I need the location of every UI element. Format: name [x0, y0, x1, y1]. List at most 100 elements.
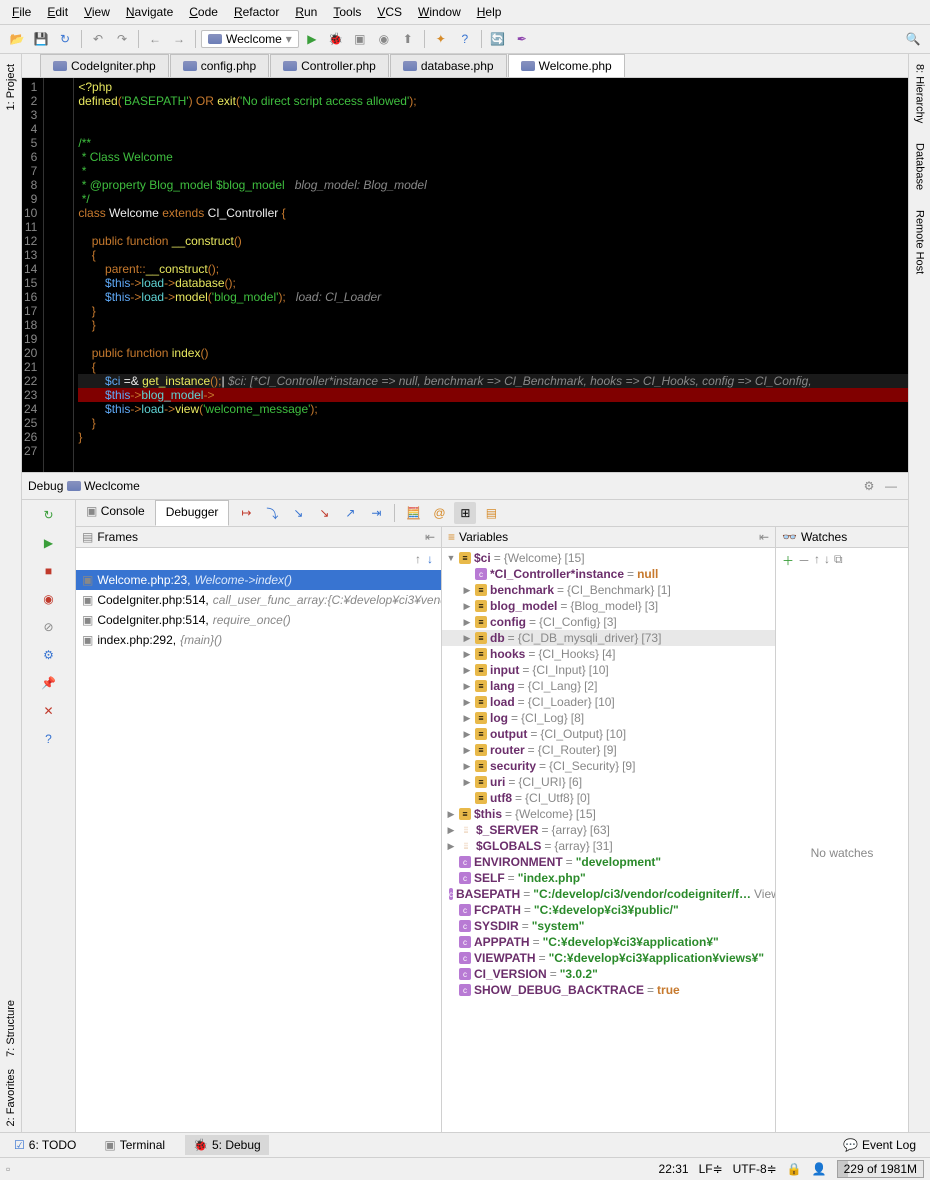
profile-icon[interactable]: ◉ — [373, 28, 395, 50]
variable-row[interactable]: cSHOW_DEBUG_BACKTRACE = true — [442, 982, 775, 998]
structure-tool-tab[interactable]: 7: Structure — [5, 994, 17, 1063]
variable-row[interactable]: ▶≡hooks = {CI_Hooks} [4] — [442, 646, 775, 662]
editor-tab[interactable]: Welcome.php — [508, 54, 625, 77]
frames-list[interactable]: ▣ Welcome.php:23, Welcome->index()▣ Code… — [76, 570, 441, 1132]
variables-tree[interactable]: ▼≡$ci = {Welcome} [15]c*CI_Controller*in… — [442, 548, 775, 1132]
close-icon[interactable]: ✕ — [38, 700, 60, 722]
variable-row[interactable]: ▶≡blog_model = {Blog_model} [3] — [442, 598, 775, 614]
run-to-cursor-icon[interactable]: ⇥ — [365, 502, 387, 524]
variable-row[interactable]: ▶≡input = {CI_Input} [10] — [442, 662, 775, 678]
project-tool-tab[interactable]: 1: Project — [5, 58, 17, 116]
code-area[interactable]: <?phpdefined('BASEPATH') OR exit('No dir… — [74, 78, 908, 472]
open-icon[interactable]: 📂 — [6, 28, 28, 50]
variable-row[interactable]: ▶≡$this = {Welcome} [15] — [442, 806, 775, 822]
todo-tab[interactable]: ☑6: TODO — [6, 1135, 84, 1155]
menu-code[interactable]: Code — [181, 2, 226, 22]
database-tool-tab[interactable]: Database — [914, 137, 926, 196]
menu-file[interactable]: File — [4, 2, 39, 22]
line-ending[interactable]: LF≑ — [699, 1162, 723, 1176]
editor-tab[interactable]: config.php — [170, 54, 269, 77]
debugger-subtab[interactable]: Debugger — [155, 500, 230, 526]
mute-bp-icon[interactable]: ⊘ — [38, 616, 60, 638]
debug-tab[interactable]: 🐞5: Debug — [185, 1135, 269, 1155]
variable-row[interactable]: cBASEPATH = "C:/develop/ci3/vendor/codei… — [442, 886, 775, 902]
event-log-tab[interactable]: 💬Event Log — [835, 1135, 924, 1155]
undo-icon[interactable]: ↶ — [87, 28, 109, 50]
sync-icon[interactable]: ↻ — [54, 28, 76, 50]
debug-icon[interactable]: 🐞 — [325, 28, 347, 50]
editor-tab[interactable]: CodeIgniter.php — [40, 54, 169, 77]
variable-row[interactable]: ▶⦙⦙$GLOBALS = {array} [31] — [442, 838, 775, 854]
step-out-icon[interactable]: ↗ — [339, 502, 361, 524]
variable-row[interactable]: ▶≡log = {CI_Log} [8] — [442, 710, 775, 726]
hide-icon[interactable]: ⇤ — [425, 530, 435, 544]
frame-down-icon[interactable]: ↓ — [427, 552, 433, 566]
frame-item[interactable]: ▣ Welcome.php:23, Welcome->index() — [76, 570, 441, 590]
frame-item[interactable]: ▣ CodeIgniter.php:514, call_user_func_ar… — [76, 590, 441, 610]
run-configuration-selector[interactable]: Weclcome ▾ — [201, 30, 299, 48]
coverage-icon[interactable]: ▣ — [349, 28, 371, 50]
search-icon[interactable]: 🔍 — [902, 28, 924, 50]
variable-row[interactable]: cAPPPATH = "C:¥develop¥ci3¥application¥" — [442, 934, 775, 950]
variable-row[interactable]: ▶≡uri = {CI_URI} [6] — [442, 774, 775, 790]
restore-icon[interactable]: ▤ — [480, 502, 502, 524]
variable-row[interactable]: ▶≡load = {CI_Loader} [10] — [442, 694, 775, 710]
variable-row[interactable]: ▶≡output = {CI_Output} [10] — [442, 726, 775, 742]
view-bp-icon[interactable]: ◉ — [38, 588, 60, 610]
step-into-icon[interactable]: ↘ — [287, 502, 309, 524]
variable-row[interactable]: ▶≡lang = {CI_Lang} [2] — [442, 678, 775, 694]
frame-item[interactable]: ▣ index.php:292, {main}() — [76, 630, 441, 650]
variable-row[interactable]: ▶≡config = {CI_Config} [3] — [442, 614, 775, 630]
forward-icon[interactable]: → — [168, 28, 190, 50]
variable-row[interactable]: ▶≡db = {CI_DB_mysqli_driver} [73] — [442, 630, 775, 646]
help-icon[interactable]: ? — [454, 28, 476, 50]
step-over-icon[interactable]: ⤵ — [261, 502, 283, 524]
save-icon[interactable]: 💾 — [30, 28, 52, 50]
add-watch-icon[interactable]: ＋ — [782, 552, 794, 569]
up-icon[interactable]: ↑ — [814, 552, 820, 569]
variable-row[interactable]: cSELF = "index.php" — [442, 870, 775, 886]
force-step-icon[interactable]: ↘ — [313, 502, 335, 524]
menu-view[interactable]: View — [76, 2, 118, 22]
menu-edit[interactable]: Edit — [39, 2, 76, 22]
remote-host-tool-tab[interactable]: Remote Host — [914, 204, 926, 280]
help-icon[interactable]: ? — [38, 728, 60, 750]
editor-tab[interactable]: database.php — [390, 54, 507, 77]
menu-tools[interactable]: Tools — [325, 2, 369, 22]
frame-up-icon[interactable]: ↑ — [415, 552, 421, 566]
resume-icon[interactable]: ▶ — [38, 532, 60, 554]
editor-tab[interactable]: Controller.php — [270, 54, 389, 77]
variable-row[interactable]: c*CI_Controller*instance = null — [442, 566, 775, 582]
settings-icon[interactable]: ⚙ — [38, 644, 60, 666]
menu-refactor[interactable]: Refactor — [226, 2, 287, 22]
stop-icon[interactable]: ⬆ — [397, 28, 419, 50]
variable-row[interactable]: cFCPATH = "C:¥develop¥ci3¥public/" — [442, 902, 775, 918]
at-icon[interactable]: @ — [428, 502, 450, 524]
down-icon[interactable]: ↓ — [824, 552, 830, 569]
variable-row[interactable]: cCI_VERSION = "3.0.2" — [442, 966, 775, 982]
remove-watch-icon[interactable]: － — [798, 552, 810, 569]
variable-row[interactable]: ▶≡security = {CI_Security} [9] — [442, 758, 775, 774]
back-icon[interactable]: ← — [144, 28, 166, 50]
variable-row[interactable]: ▶⦙⦙$_SERVER = {array} [63] — [442, 822, 775, 838]
rerun-icon[interactable]: ↻ — [38, 504, 60, 526]
console-subtab[interactable]: ▣ Console — [76, 500, 155, 526]
status-icon[interactable]: ▫ — [6, 1162, 10, 1176]
variable-row[interactable]: cSYSDIR = "system" — [442, 918, 775, 934]
eval-icon[interactable]: 🧮 — [402, 502, 424, 524]
menu-navigate[interactable]: Navigate — [118, 2, 181, 22]
pin-icon[interactable]: 📌 — [38, 672, 60, 694]
redo-icon[interactable]: ↷ — [111, 28, 133, 50]
menu-help[interactable]: Help — [469, 2, 510, 22]
brush-icon[interactable]: ✒ — [511, 28, 533, 50]
hierarchy-tool-tab[interactable]: 8: Hierarchy — [914, 58, 926, 129]
code-editor[interactable]: 1234567891011121314151617181920212223242… — [22, 78, 908, 472]
memory-indicator[interactable]: 229 of 1981M — [837, 1160, 924, 1178]
wand-icon[interactable]: ✦ — [430, 28, 452, 50]
run-icon[interactable]: ▶ — [301, 28, 323, 50]
variable-row[interactable]: ▼≡$ci = {Welcome} [15] — [442, 550, 775, 566]
encoding[interactable]: UTF-8≑ — [733, 1162, 777, 1176]
variable-row[interactable]: ▶≡benchmark = {CI_Benchmark} [1] — [442, 582, 775, 598]
gear-icon[interactable]: ⚙ — [858, 475, 880, 497]
variable-row[interactable]: ≡utf8 = {CI_Utf8} [0] — [442, 790, 775, 806]
